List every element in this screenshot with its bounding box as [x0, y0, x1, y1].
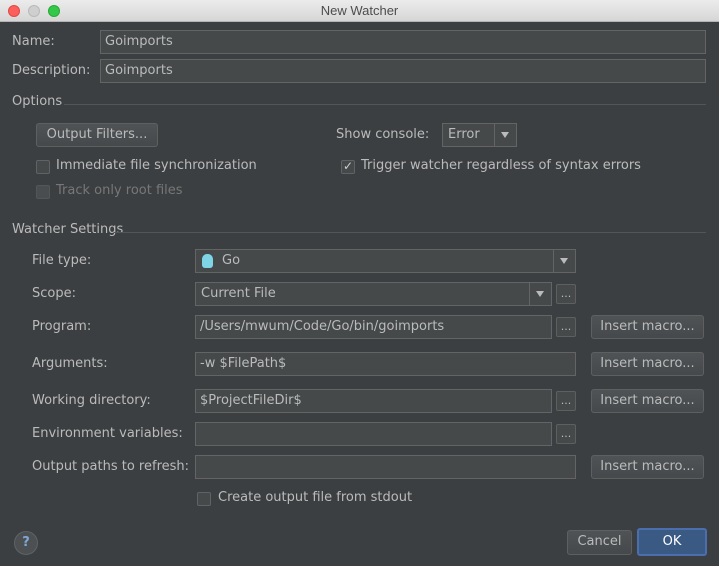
watcher-settings-separator	[114, 232, 706, 233]
description-label: Description:	[12, 63, 91, 78]
chevron-down-icon	[529, 283, 551, 305]
program-label: Program:	[32, 319, 92, 334]
cancel-button[interactable]: Cancel	[567, 530, 632, 555]
immediate-sync-label: Immediate file synchronization	[56, 158, 257, 173]
scope-select[interactable]: Current File	[195, 282, 552, 306]
show-console-select[interactable]: Error	[442, 123, 517, 147]
immediate-sync-checkbox[interactable]	[36, 160, 50, 174]
trigger-watcher-label: Trigger watcher regardless of syntax err…	[361, 158, 641, 173]
description-field[interactable]: Goimports	[100, 59, 706, 83]
track-root-label: Track only root files	[56, 183, 183, 198]
trigger-watcher-checkbox[interactable]	[341, 159, 355, 174]
ok-button[interactable]: OK	[637, 528, 707, 556]
working-directory-label: Working directory:	[32, 393, 151, 408]
create-output-checkbox[interactable]	[197, 492, 211, 506]
arguments-label: Arguments:	[32, 356, 108, 371]
scope-value: Current File	[201, 286, 276, 301]
show-console-value: Error	[448, 127, 480, 142]
go-gopher-icon	[202, 254, 213, 268]
help-button[interactable]: ?	[14, 531, 38, 555]
file-type-value: Go	[222, 253, 241, 268]
title-bar: New Watcher	[0, 0, 719, 22]
chevron-down-icon	[494, 124, 516, 146]
environment-variables-label: Environment variables:	[32, 426, 183, 441]
program-field[interactable]: /Users/mwum/Code/Go/bin/goimports	[195, 315, 552, 339]
file-type-label: File type:	[32, 253, 92, 268]
program-insert-macro-button[interactable]: Insert macro...	[591, 315, 704, 339]
file-type-select[interactable]: Go	[195, 249, 576, 273]
arguments-field[interactable]: -w $FilePath$	[195, 352, 576, 376]
environment-variables-browse-button[interactable]: ...	[556, 424, 576, 444]
program-browse-button[interactable]: ...	[556, 317, 576, 337]
options-separator	[64, 104, 706, 105]
output-paths-field[interactable]	[195, 455, 576, 479]
output-filters-button[interactable]: Output Filters...	[36, 123, 158, 147]
chevron-down-icon	[553, 250, 575, 272]
create-output-label: Create output file from stdout	[218, 490, 413, 505]
name-label: Name:	[12, 34, 55, 49]
scope-label: Scope:	[32, 286, 76, 301]
watcher-settings-section-title: Watcher Settings	[12, 222, 124, 237]
show-console-label: Show console:	[336, 127, 430, 142]
window-title: New Watcher	[320, 3, 399, 18]
options-section-title: Options	[12, 94, 63, 109]
working-directory-browse-button[interactable]: ...	[556, 391, 576, 411]
arguments-insert-macro-button[interactable]: Insert macro...	[591, 352, 704, 376]
output-paths-insert-macro-button[interactable]: Insert macro...	[591, 455, 704, 479]
name-field[interactable]: Goimports	[100, 30, 706, 54]
environment-variables-field[interactable]	[195, 422, 552, 446]
scope-browse-button[interactable]: ...	[556, 284, 576, 304]
working-directory-field[interactable]: $ProjectFileDir$	[195, 389, 552, 413]
output-paths-label: Output paths to refresh:	[32, 459, 190, 474]
track-root-checkbox[interactable]	[36, 185, 50, 199]
working-directory-insert-macro-button[interactable]: Insert macro...	[591, 389, 704, 413]
